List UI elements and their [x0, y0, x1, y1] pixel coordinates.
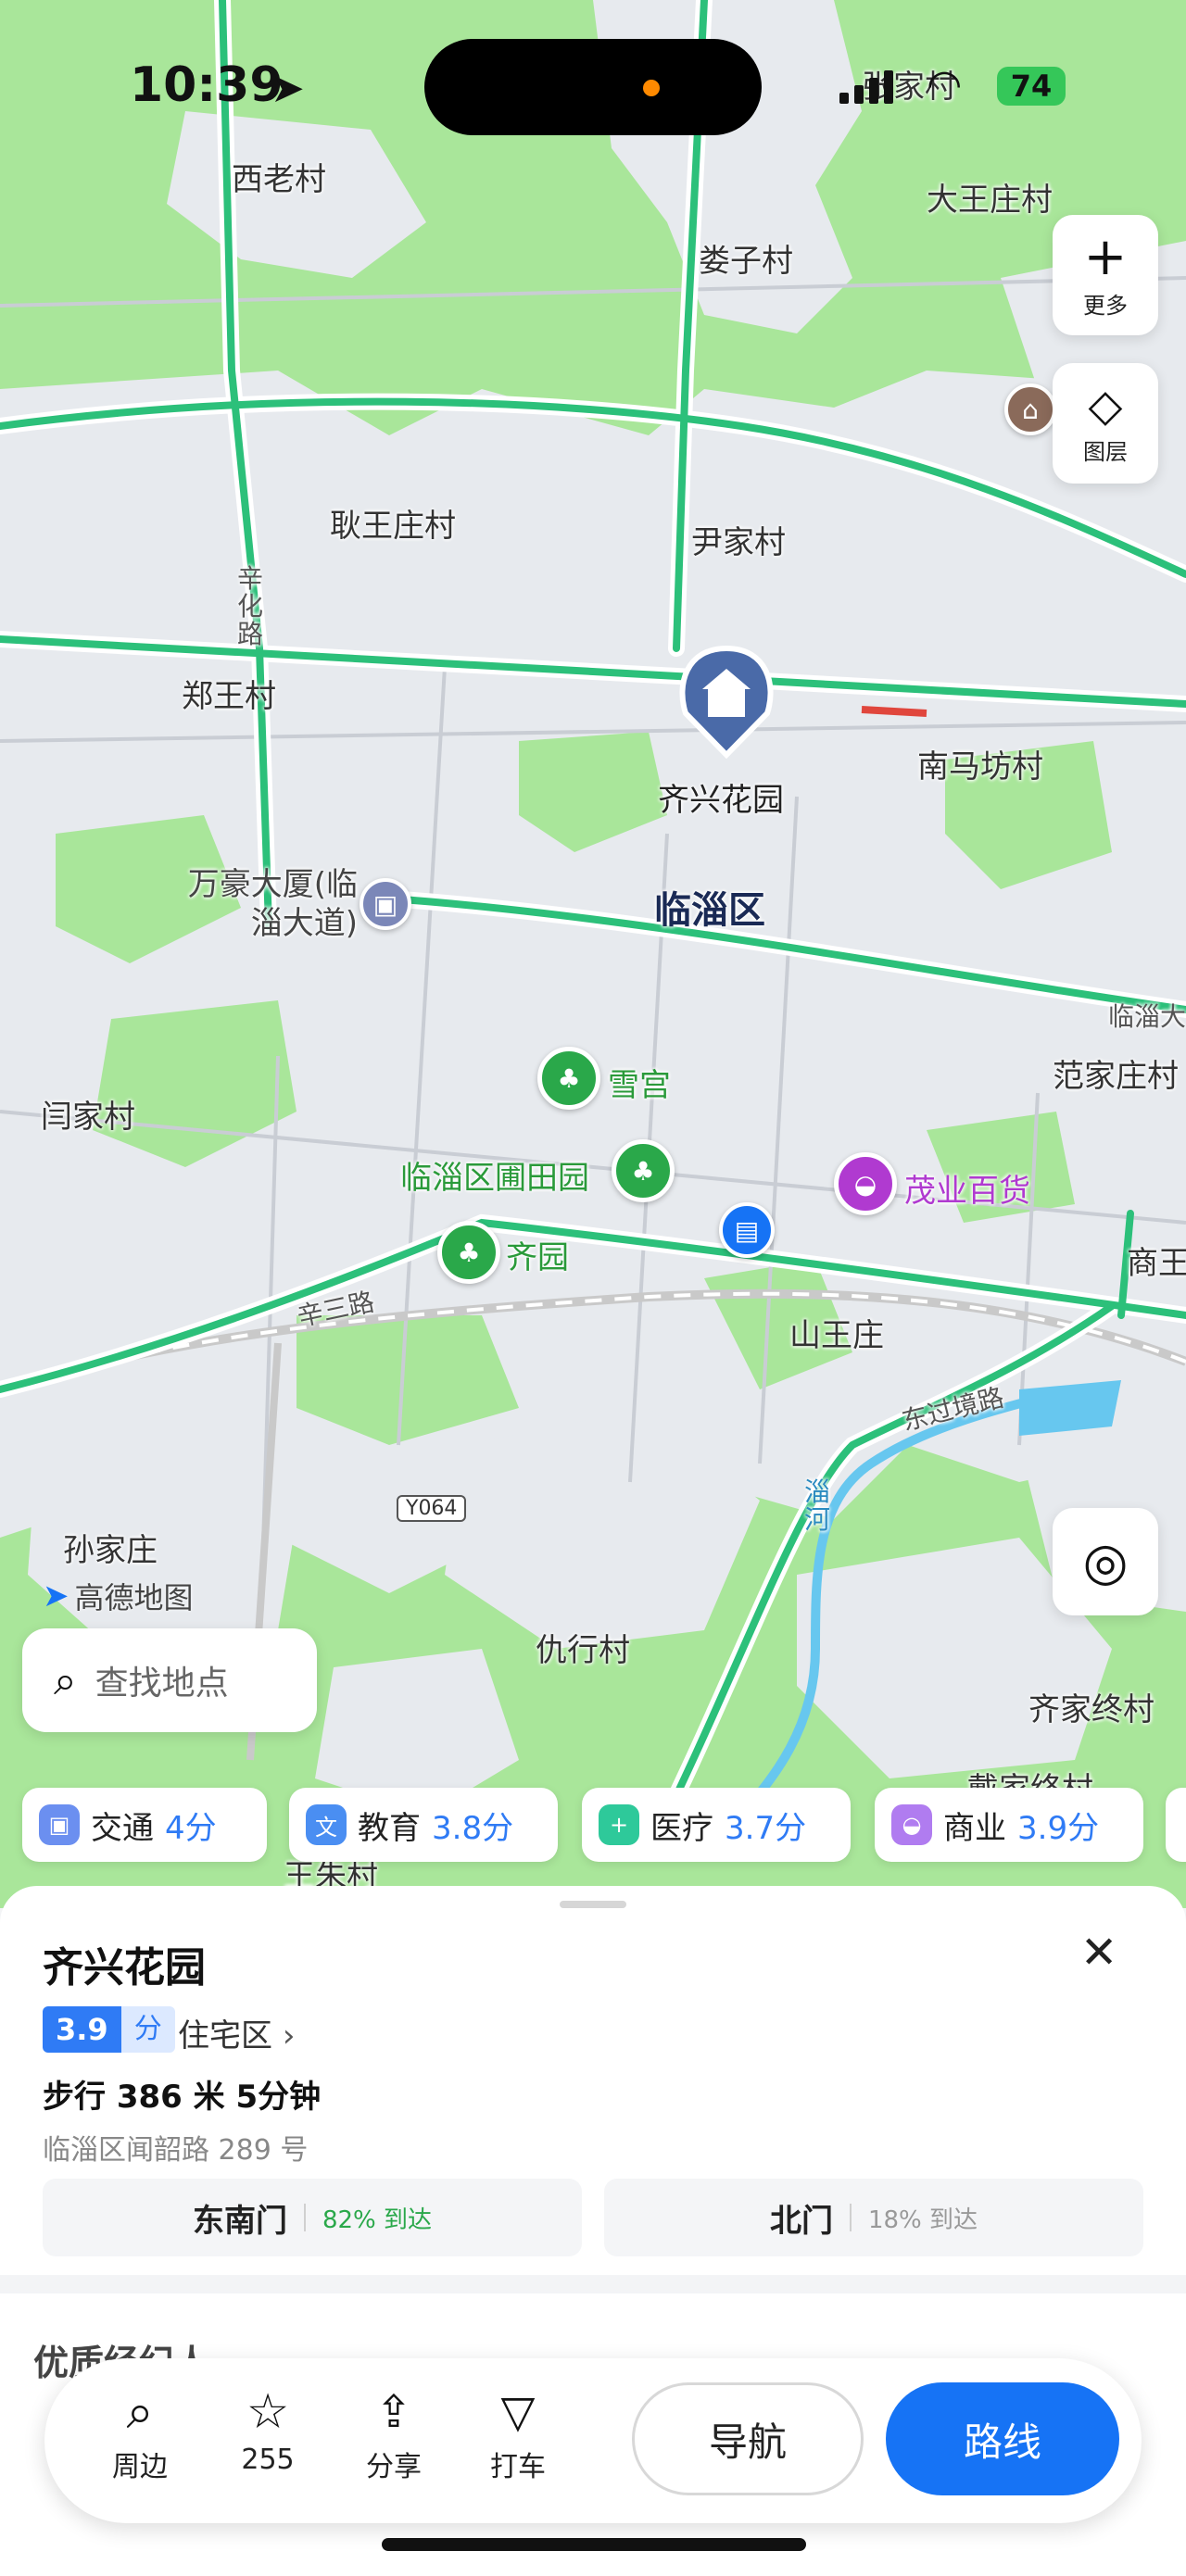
map-label-place[interactable]: 山王庄 — [789, 1310, 884, 1355]
map-label-place[interactable]: 孙家庄 — [63, 1525, 158, 1570]
gate-southeast[interactable]: 东南门 82% 到达 — [43, 2179, 582, 2256]
map-label-park[interactable]: 雪宫 — [608, 1060, 671, 1105]
map-label-place[interactable]: 西老村 — [232, 154, 326, 199]
navigate-button[interactable]: 导航 — [632, 2382, 864, 2495]
locate-me-button[interactable]: ◎ — [1053, 1508, 1158, 1615]
map-label-place[interactable]: 尹家村 — [691, 517, 786, 562]
taxi-button[interactable]: ▽ 打车 — [467, 2386, 569, 2484]
star-icon: ☆ — [246, 2384, 290, 2440]
crosshair-icon: ◎ — [1082, 1531, 1129, 1592]
map-label-district[interactable]: 临淄区 — [654, 880, 765, 934]
map-label-place[interactable]: 商王 — [1127, 1238, 1186, 1283]
route-button[interactable]: 路线 — [886, 2382, 1119, 2495]
map-label-park[interactable]: 临淄区圃田园 — [400, 1152, 589, 1198]
search-icon: ⌕ — [126, 2384, 154, 2440]
score-chip-transport[interactable]: ▣ 交通 4分 — [22, 1788, 267, 1862]
layers-icon: ◇ — [1088, 379, 1123, 432]
rating-value: 3.9 — [43, 2006, 121, 2053]
dynamic-island — [424, 39, 762, 135]
map-label-place[interactable]: 闫家村 — [41, 1091, 135, 1137]
wifi-icon: ◠ — [927, 61, 963, 108]
park-pin-icon[interactable]: ♣ — [612, 1139, 675, 1202]
park-pin-icon[interactable]: ♣ — [437, 1221, 500, 1284]
cellular-signal-icon — [839, 70, 893, 104]
walk-distance: 步行 386 米 5分钟 — [43, 2079, 322, 2116]
score-chip-more[interactable] — [1166, 1788, 1186, 1862]
map-label-poi[interactable]: 万豪大厦(临淄大道) — [163, 865, 358, 943]
search-bar[interactable]: ⌕ 查找地点 — [22, 1628, 317, 1732]
more-button[interactable]: + 更多 — [1053, 215, 1158, 335]
chevron-right-icon: › — [282, 2017, 296, 2055]
shopping-bag-pin-icon[interactable]: ◒ — [834, 1152, 897, 1215]
book-icon: 文 — [306, 1804, 347, 1845]
plus-icon: + — [1083, 226, 1128, 287]
divider — [849, 2204, 852, 2231]
favorite-button[interactable]: ☆ 255 — [217, 2386, 319, 2476]
park-pin-icon[interactable]: ♣ — [537, 1047, 600, 1110]
map-label-place[interactable]: 大王庄村 — [927, 174, 1053, 220]
shopping-bag-icon: ◒ — [891, 1804, 932, 1845]
layers-button[interactable]: ◇ 图层 — [1053, 363, 1158, 484]
map-label-road: 辛化路 — [237, 563, 264, 649]
map-canvas — [0, 0, 1186, 1908]
map-view[interactable] — [0, 0, 1186, 1908]
poi-address: 临淄区闻韶路 289 号 — [43, 2134, 309, 2167]
map-label-park[interactable]: 齐园 — [506, 1232, 569, 1277]
divider — [303, 2204, 306, 2231]
search-icon: ⌕ — [54, 1656, 77, 1704]
map-label-place[interactable]: 仇行村 — [536, 1625, 630, 1670]
map-label-selected-poi[interactable]: 齐兴花园 — [658, 774, 784, 820]
share-icon: ⇪ — [374, 2386, 413, 2438]
home-indicator[interactable] — [382, 2538, 806, 2551]
map-label-mall[interactable]: 茂业百货 — [904, 1165, 1030, 1211]
rating-badge: 3.9 分 — [43, 2006, 175, 2053]
score-chip-medical[interactable]: + 医疗 3.7分 — [582, 1788, 851, 1862]
map-label-place[interactable]: 耿王庄村 — [330, 500, 456, 546]
taxi-icon: ▽ — [500, 2386, 536, 2438]
sheet-drag-handle[interactable] — [560, 1901, 626, 1908]
score-chip-commerce[interactable]: ◒ 商业 3.9分 — [875, 1788, 1143, 1862]
briefcase-pin-icon[interactable]: ▤ — [719, 1202, 775, 1258]
map-label-road: 临淄大 — [1108, 1001, 1186, 1032]
share-button[interactable]: ⇪ 分享 — [343, 2386, 445, 2484]
amap-logo-icon: ➤ — [43, 1577, 69, 1615]
map-label-place[interactable]: 郑王村 — [182, 671, 276, 716]
rating-unit: 分 — [120, 2006, 175, 2053]
map-label-place[interactable]: 南马坊村 — [917, 741, 1043, 786]
gate-north[interactable]: 北门 18% 到达 — [604, 2179, 1143, 2256]
privacy-indicator-icon — [643, 80, 660, 96]
train-icon: ▣ — [39, 1804, 80, 1845]
map-label-place[interactable]: 范家庄村 — [1053, 1050, 1179, 1096]
status-time: 10:39 — [130, 57, 284, 113]
building-pin-icon[interactable]: ▣ — [360, 878, 411, 930]
map-label-place[interactable]: 娄子村 — [699, 235, 793, 281]
map-label-place[interactable]: 齐家终村 — [1028, 1684, 1154, 1729]
poi-category-link[interactable]: 住宅区 › — [178, 2010, 295, 2055]
nearby-button[interactable]: ⌕ 周边 — [89, 2386, 191, 2484]
battery-indicator: 74 — [997, 67, 1066, 106]
location-arrow-icon: ➤ — [271, 65, 305, 112]
landmark-pin-icon[interactable]: ⌂ — [1004, 383, 1056, 435]
road-shield: Y064 — [397, 1495, 467, 1522]
close-icon[interactable]: ✕ — [1080, 1927, 1117, 1979]
map-label-river: 淄河 — [804, 1476, 831, 1535]
poi-title: 齐兴花园 — [43, 1944, 206, 1992]
amap-watermark: ➤ 高德地图 — [43, 1577, 194, 1615]
search-input[interactable]: 查找地点 — [95, 1656, 229, 1704]
score-chip-education[interactable]: 文 教育 3.8分 — [289, 1788, 558, 1862]
medical-cross-icon: + — [599, 1804, 639, 1845]
